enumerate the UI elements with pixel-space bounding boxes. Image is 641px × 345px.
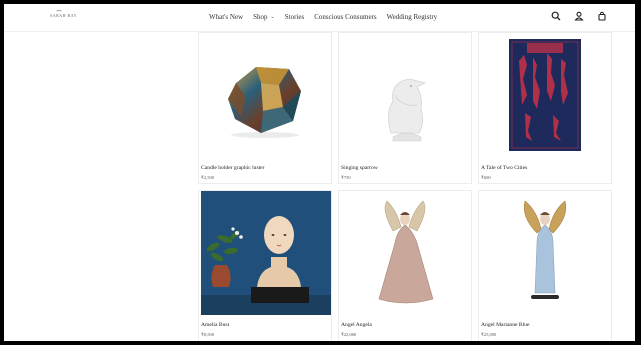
nav-shop[interactable]: Shop ⌄ [253,13,275,21]
product-card[interactable]: Angel Angela ₹22,000 [338,190,472,341]
product-price: ₹600 [481,175,491,180]
account-icon[interactable] [574,11,584,21]
nav-wedding-registry[interactable]: Wedding Registry [387,13,438,21]
cart-icon[interactable] [597,11,607,21]
product-price: ₹2,500 [201,175,214,180]
product-card[interactable]: Angel Marianne Blue ₹25,000 [478,190,612,341]
product-card[interactable]: Singing sparrow ₹750 [338,32,472,184]
product-title[interactable]: A Tale of Two Cities [481,165,527,171]
chevron-down-icon: ⌄ [270,15,275,20]
site-logo[interactable]: SARAH BAY [50,13,77,18]
product-title[interactable]: Candle holder graphic luster [201,165,265,171]
search-icon[interactable] [551,11,561,21]
main-nav: What's New Shop ⌄ Stories Conscious Consu… [209,13,437,21]
product-image-angel-marianne-blue[interactable] [481,191,611,315]
nav-conscious-consumers[interactable]: Conscious Consumers [314,13,376,21]
product-price: ₹8,500 [201,332,214,337]
header-icons [551,11,607,21]
product-title[interactable]: Angel Marianne Blue [481,322,529,328]
product-price: ₹25,000 [481,332,497,337]
site-header: SARAH BAY What's New Shop ⌄ Stories Consc… [4,4,635,32]
browser-viewport: SARAH BAY What's New Shop ⌄ Stories Consc… [4,4,635,341]
product-card[interactable]: Amelia Bust ₹8,500 [198,190,332,341]
product-title[interactable]: Amelia Bust [201,322,229,328]
product-title[interactable]: Singing sparrow [341,165,378,171]
product-card[interactable]: Candle holder graphic luster ₹2,500 [198,32,332,184]
product-image-tale-of-two-cities[interactable] [481,33,611,163]
nav-shop-label: Shop [253,13,268,21]
product-price: ₹22,000 [341,332,357,337]
product-image-angel-angela[interactable] [341,191,471,315]
product-image-amelia-bust[interactable] [201,191,331,315]
product-price: ₹750 [341,175,351,180]
nav-stories[interactable]: Stories [285,13,304,21]
product-image-singing-sparrow[interactable] [341,33,471,163]
product-card[interactable]: A Tale of Two Cities ₹600 [478,32,612,184]
product-image-candle-holder[interactable] [201,33,331,163]
product-title[interactable]: Angel Angela [341,322,372,328]
nav-whats-new[interactable]: What's New [209,13,243,21]
